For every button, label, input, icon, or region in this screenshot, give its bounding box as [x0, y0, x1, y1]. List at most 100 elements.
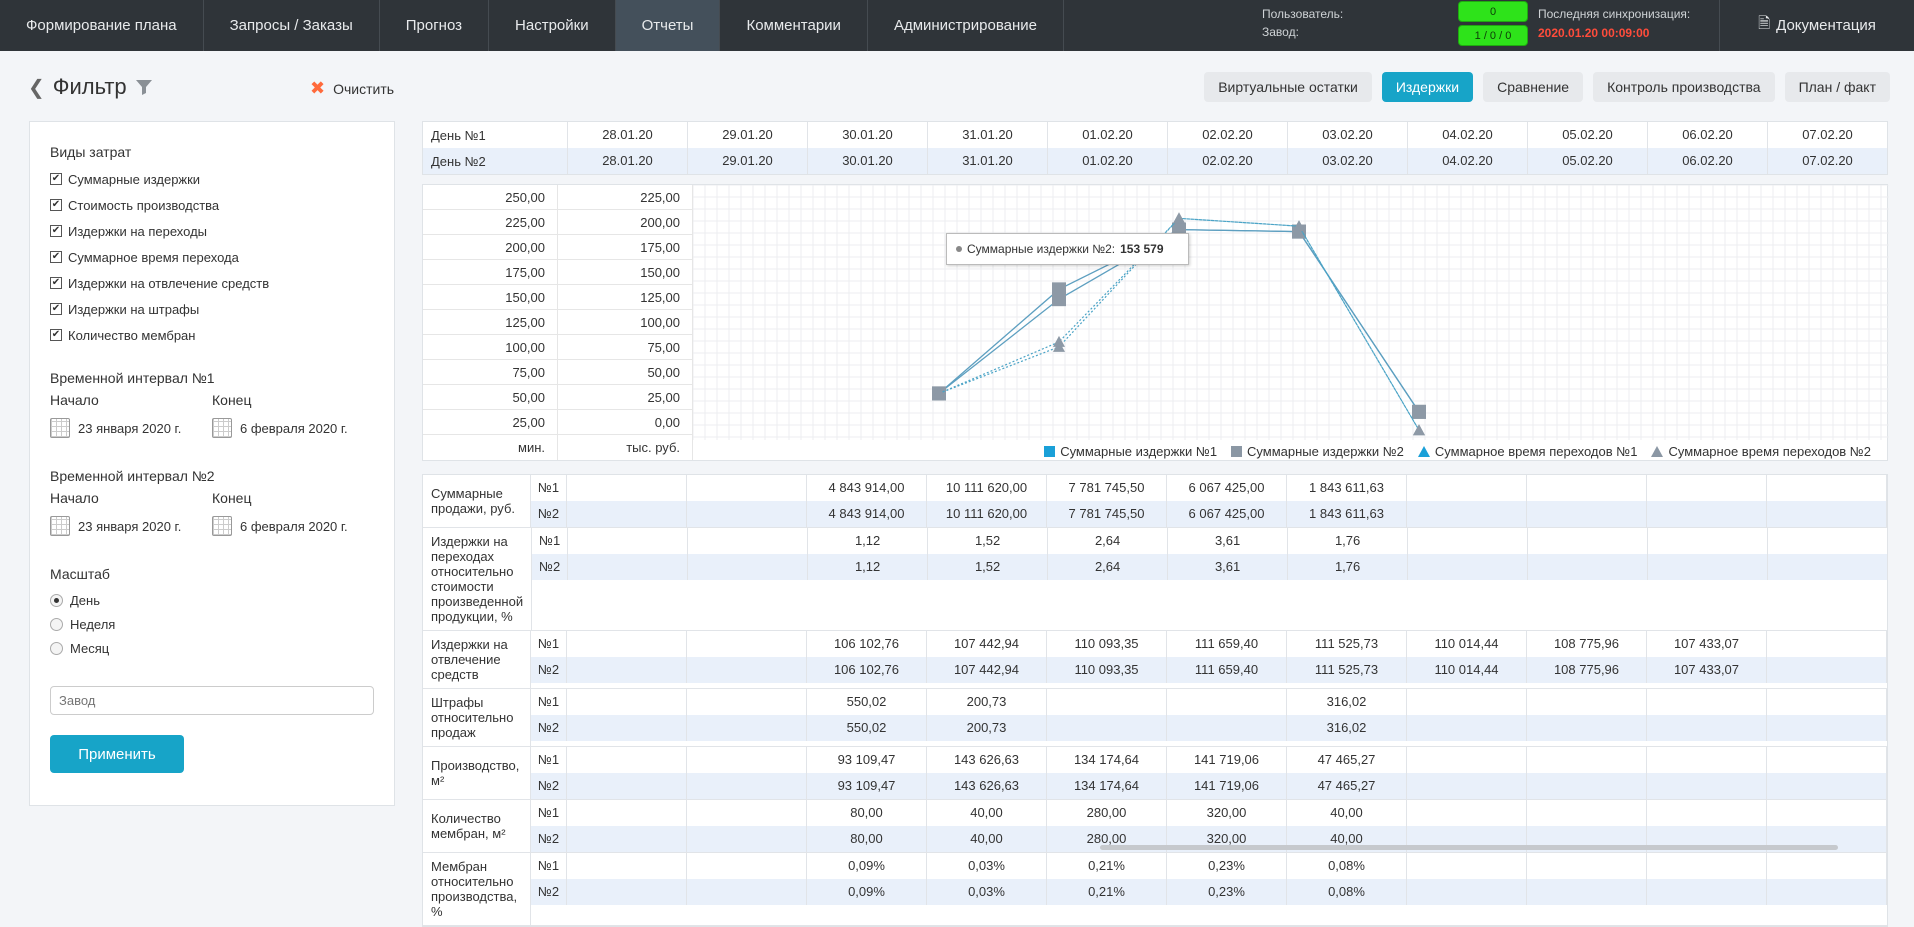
day-date-cell: 30.01.20 [807, 122, 927, 148]
row-number: №1 [531, 689, 567, 715]
left-axis-tick: 225,00 [423, 210, 558, 234]
table-row: №2 106 102,76 107 442,94 110 093,35 111 659,… [531, 657, 1887, 683]
data-point[interactable] [1173, 212, 1185, 224]
table-cell [1647, 715, 1767, 741]
tab-2[interactable]: Сравнение [1483, 72, 1584, 102]
checkbox-checked-icon[interactable]: ✔ [50, 251, 62, 263]
table-row: №1 106 102,76 107 442,94 110 093,35 111 659,… [531, 631, 1887, 657]
scale-option-label: День [70, 592, 100, 608]
tooltip-dot [956, 246, 962, 252]
table-cell: 3,61 [1168, 528, 1289, 554]
row-number: №1 [531, 631, 567, 657]
interval2-end-picker[interactable]: 6 февраля 2020 г. [212, 516, 374, 536]
tab-4[interactable]: План / факт [1784, 72, 1890, 102]
clear-button[interactable]: ✖ Очистить [310, 78, 394, 99]
cost-type-option[interactable]: ✔ Суммарные издержки [50, 166, 374, 192]
row-number: №1 [531, 747, 567, 773]
legend-item[interactable]: Суммарные издержки №2 [1231, 444, 1404, 459]
nav-item-1[interactable]: Запросы / Заказы [204, 0, 380, 51]
table-cell [1408, 554, 1529, 580]
scale-option[interactable]: Неделя [50, 612, 374, 636]
day-date-cell: 05.02.20 [1527, 122, 1647, 148]
cost-type-label: Издержки на отвлечение средств [68, 275, 270, 291]
apply-button[interactable]: Применить [50, 735, 184, 773]
table-cell: 10 111 620,00 [927, 501, 1047, 527]
table-cell: 1,12 [808, 528, 929, 554]
checkbox-checked-icon[interactable]: ✔ [50, 199, 62, 211]
day-date-cell: 29.01.20 [687, 148, 807, 174]
nav-item-6[interactable]: Администрирование [868, 0, 1064, 51]
tab-1[interactable]: Издержки [1381, 72, 1474, 102]
data-point[interactable] [1412, 404, 1426, 419]
interval2-start-value: 23 января 2020 г. [78, 518, 182, 534]
table-cell [1647, 747, 1767, 773]
table-cell [568, 528, 689, 554]
table-cell [1527, 715, 1647, 741]
cost-type-option[interactable]: ✔ Суммарное время перехода [50, 244, 374, 270]
costs-chart: 250,00 225,00 225,00 200,00 200,00 175,00 175,… [422, 184, 1889, 461]
table-cell [687, 800, 807, 826]
checkbox-checked-icon[interactable]: ✔ [50, 329, 62, 341]
legend-item[interactable]: Суммарное время переходов №2 [1651, 444, 1871, 459]
interval2-start-label: Начало [50, 490, 99, 506]
nav-item-5[interactable]: Комментарии [720, 0, 868, 51]
data-point[interactable] [1052, 282, 1066, 297]
back-chevron-icon[interactable]: ❮ [28, 75, 45, 100]
table-cell: 110 093,35 [1047, 657, 1167, 683]
legend-item[interactable]: Суммарное время переходов №1 [1417, 444, 1637, 459]
tab-3[interactable]: Контроль производства [1593, 72, 1775, 102]
day-date-cell: 06.02.20 [1647, 148, 1767, 174]
table-row: №2 93 109,47 143 626,63 134 174,64 141 719,0… [531, 773, 1887, 799]
horizontal-scrollbar[interactable] [1100, 845, 1838, 850]
table-cell: 106 102,76 [807, 631, 927, 657]
table-cell [1407, 475, 1527, 501]
checkbox-checked-icon[interactable]: ✔ [50, 303, 62, 315]
table-cell [687, 501, 807, 527]
metric-label: Штрафы относительно продаж [423, 689, 531, 746]
interval1-start-picker[interactable]: 23 января 2020 г. [50, 418, 212, 438]
checkbox-checked-icon[interactable]: ✔ [50, 277, 62, 289]
top-navigation: Формирование плана Запросы / Заказы Прогно… [0, 0, 1914, 51]
table-cell: 141 719,06 [1167, 747, 1287, 773]
legend-item[interactable]: Суммарные издержки №1 [1044, 444, 1217, 459]
right-axis-tick: 150,00 [558, 260, 693, 284]
table-cell: 200,73 [927, 715, 1047, 741]
checkbox-checked-icon[interactable]: ✔ [50, 173, 62, 185]
interval1-end-picker[interactable]: 6 февраля 2020 г. [212, 418, 374, 438]
table-cell [687, 657, 807, 683]
scale-option[interactable]: День [50, 588, 374, 612]
interval2-start-picker[interactable]: 23 января 2020 г. [50, 516, 212, 536]
docs-link[interactable]: 🗎 Документация [1719, 0, 1914, 51]
table-cell [1527, 800, 1647, 826]
right-axis-tick: 225,00 [558, 185, 693, 209]
table-cell [1527, 747, 1647, 773]
nav-item-3[interactable]: Настройки [489, 0, 616, 51]
table-cell: 3,61 [1168, 554, 1289, 580]
cost-type-option[interactable]: ✔ Издержки на отвлечение средств [50, 270, 374, 296]
tab-0[interactable]: Виртуальные остатки [1204, 72, 1372, 102]
nav-item-0[interactable]: Формирование плана [0, 0, 204, 51]
nav-item-2[interactable]: Прогноз [380, 0, 490, 51]
scale-option[interactable]: Месяц [50, 636, 374, 660]
sync-label: Последняя синхронизация: [1538, 7, 1691, 21]
table-cell: 111 525,73 [1287, 657, 1407, 683]
cost-type-option[interactable]: ✔ Стоимость производства [50, 192, 374, 218]
left-axis-tick: 100,00 [423, 335, 558, 359]
nav-item-4[interactable]: Отчеты [615, 0, 721, 51]
radio-icon[interactable] [50, 617, 63, 631]
table-cell [1647, 879, 1767, 905]
legend-label: Суммарные издержки №2 [1247, 444, 1404, 459]
cost-type-option[interactable]: ✔ Издержки на переходы [50, 218, 374, 244]
data-point[interactable] [1413, 424, 1425, 436]
axis-units-row: мин. тыс. руб. [423, 435, 693, 460]
metric-rows: №1 4 843 914,00 10 111 620,00 7 781 745,50 6… [531, 475, 1887, 527]
checkbox-checked-icon[interactable]: ✔ [50, 225, 62, 237]
plant-input[interactable] [50, 686, 374, 715]
radio-icon[interactable] [50, 593, 63, 607]
legend-marker-icon [1044, 446, 1056, 457]
radio-icon[interactable] [50, 641, 63, 655]
table-cell: 80,00 [807, 826, 927, 852]
cost-type-option[interactable]: ✔ Количество мембран [50, 322, 374, 348]
cost-type-option[interactable]: ✔ Издержки на штрафы [50, 296, 374, 322]
scale-title: Масштаб [50, 566, 110, 582]
